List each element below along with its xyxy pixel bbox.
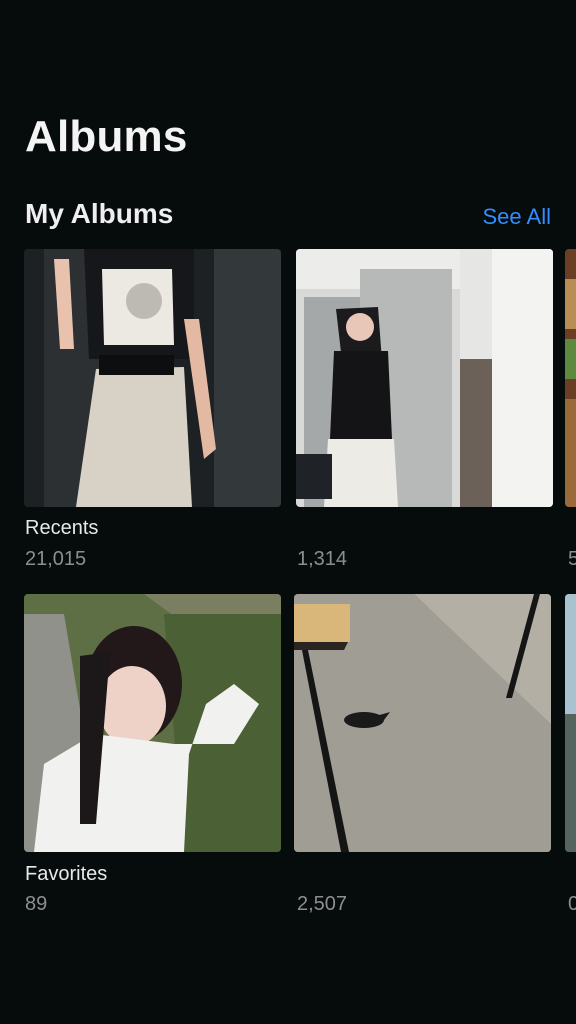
album-thumbnail bbox=[296, 249, 553, 507]
album-card-3[interactable] bbox=[565, 249, 576, 507]
album-count: 1,314 bbox=[297, 548, 348, 570]
page-title: Albums bbox=[25, 112, 188, 161]
album-card-5[interactable] bbox=[294, 594, 551, 852]
albums-screen: Albums My Albums See All Recents 21,015 bbox=[0, 0, 576, 1024]
see-all-button[interactable]: See All bbox=[483, 204, 552, 230]
album-thumbnail bbox=[294, 594, 551, 852]
album-name: Recents bbox=[25, 517, 99, 539]
album-thumbnail bbox=[565, 249, 576, 507]
album-thumbnail bbox=[24, 594, 281, 852]
album-count: 89 bbox=[25, 893, 48, 915]
album-count: 0 bbox=[568, 893, 576, 915]
album-thumbnail bbox=[24, 249, 281, 507]
album-thumbnail bbox=[565, 594, 576, 852]
album-name: Favorites bbox=[25, 863, 108, 885]
album-count: 5 bbox=[568, 548, 576, 570]
album-card-favorites[interactable] bbox=[24, 594, 281, 852]
section-title-my-albums: My Albums bbox=[25, 198, 174, 229]
album-card-recents[interactable] bbox=[24, 249, 281, 507]
album-count: 21,015 bbox=[25, 548, 87, 570]
album-count: 2,507 bbox=[297, 893, 348, 915]
album-card-2[interactable] bbox=[296, 249, 553, 507]
album-card-6[interactable] bbox=[565, 594, 576, 852]
